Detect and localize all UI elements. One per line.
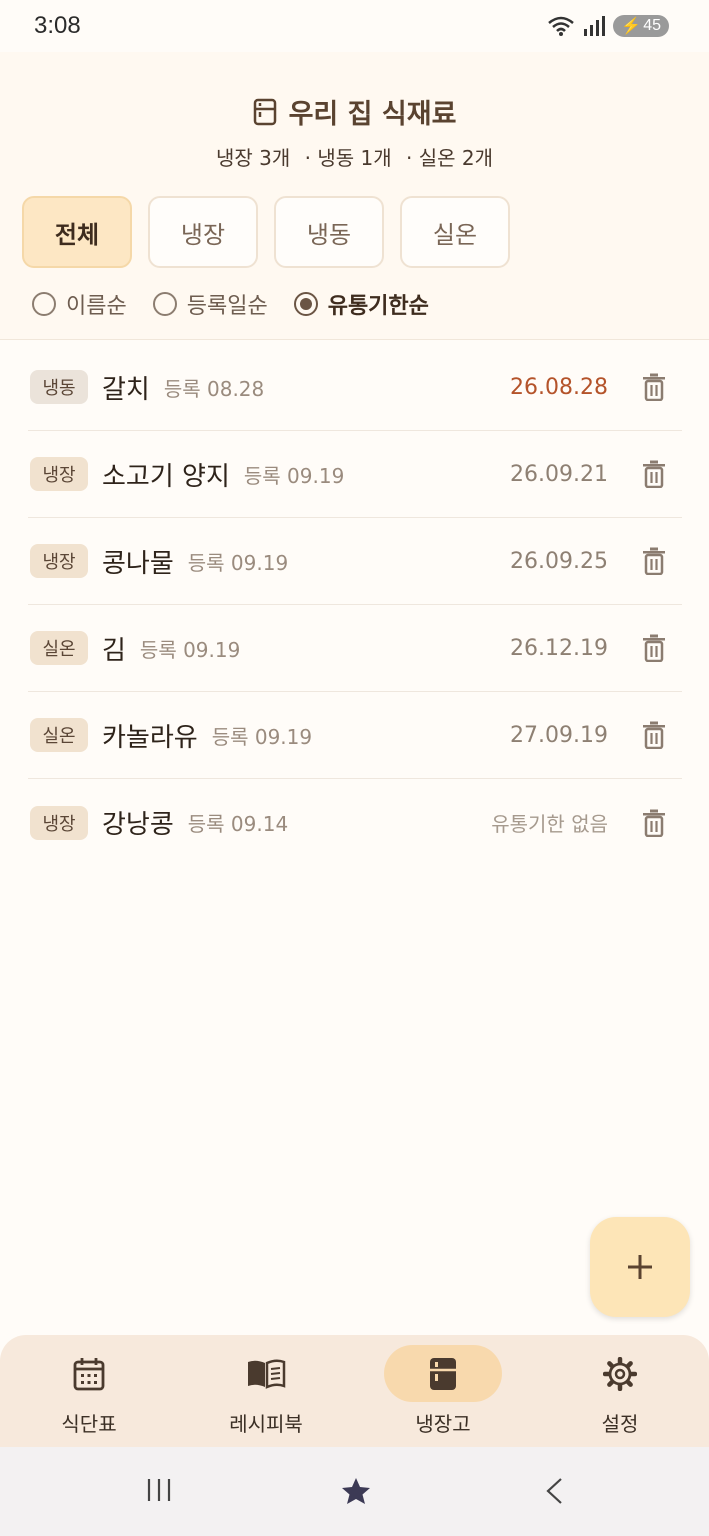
item-expiry: 26.08.28 xyxy=(510,374,608,400)
sort-label: 이름순 xyxy=(66,294,127,319)
sort-by-expiry[interactable]: 유통기한순 xyxy=(293,288,429,320)
sort-by-registered[interactable]: 등록일순 xyxy=(152,288,268,320)
trash-icon[interactable] xyxy=(642,721,666,749)
sort-label: 등록일순 xyxy=(186,294,268,319)
storage-counts: 냉장 3개 · 냉동 1개 · 실온 2개 xyxy=(0,142,709,171)
nav-label: 냉장고 xyxy=(415,1412,471,1436)
fridge-icon xyxy=(253,98,276,125)
item-expiry: 26.12.19 xyxy=(510,635,608,661)
battery-indicator: ⚡ 45 xyxy=(613,15,669,37)
title-row: 우리 집 식재료 xyxy=(0,92,709,131)
trash-icon[interactable] xyxy=(642,373,666,401)
radio-button-checked[interactable] xyxy=(293,292,318,316)
radio-button[interactable] xyxy=(152,292,177,316)
nav-item-fridge[interactable]: 냉장고 xyxy=(383,1345,503,1437)
storage-badge: 냉장 xyxy=(30,805,88,840)
storage-badge: 실온 xyxy=(30,631,88,665)
back-icon[interactable] xyxy=(544,1477,564,1505)
status-icons: ⚡ 45 xyxy=(547,15,669,37)
item-expiry: 유통기한 없음 xyxy=(491,812,608,836)
item-name: 소고기 양지 xyxy=(102,461,230,492)
gear-icon xyxy=(603,1356,637,1391)
fridge-icon xyxy=(430,1357,456,1390)
item-expiry: 26.09.25 xyxy=(510,548,608,574)
nav-item-meal-plan[interactable]: 식단표 xyxy=(29,1345,149,1437)
filter-tab-room[interactable]: 실온 xyxy=(400,196,510,268)
sort-label: 유통기한순 xyxy=(327,294,429,319)
charging-icon: ⚡ xyxy=(621,18,642,35)
list-item[interactable]: 냉장 소고기 양지 등록 09.19 26.09.21 xyxy=(28,431,682,518)
ingredient-list: 냉동 갈치 등록 08.28 26.08.28 냉장 소고기 양지 등록 09.… xyxy=(28,344,682,866)
item-registered: 등록 09.19 xyxy=(211,724,313,749)
filter-tab-fridge[interactable]: 냉장 xyxy=(148,196,258,268)
item-name: 김 xyxy=(102,635,126,666)
storage-badge: 냉장 xyxy=(30,544,88,578)
nav-label: 레시피북 xyxy=(229,1412,303,1436)
add-ingredient-button[interactable] xyxy=(590,1217,690,1317)
status-time: 3:08 xyxy=(34,12,81,39)
trash-icon[interactable] xyxy=(642,809,666,837)
plus-icon xyxy=(628,1255,652,1279)
nav-item-settings[interactable]: 설정 xyxy=(560,1345,680,1437)
item-registered: 등록 09.19 xyxy=(243,463,345,488)
item-name: 갈치 xyxy=(102,374,150,405)
nav-label: 설정 xyxy=(601,1412,639,1436)
trash-icon[interactable] xyxy=(642,634,666,662)
storage-badge: 냉장 xyxy=(30,457,88,491)
filter-tabs: 전체 냉장 냉동 실온 xyxy=(22,196,510,268)
bottom-nav: 식단표 레시피북 냉장고 설정 xyxy=(0,1335,709,1447)
item-expiry: 26.09.21 xyxy=(510,461,608,487)
wifi-icon xyxy=(548,16,575,36)
sort-options: 이름순 등록일순 유통기한순 xyxy=(32,288,429,320)
list-item[interactable]: 실온 카놀라유 등록 09.19 27.09.19 xyxy=(28,692,682,779)
list-item[interactable]: 냉장 콩나물 등록 09.19 26.09.25 xyxy=(28,518,682,605)
list-item[interactable]: 냉동 갈치 등록 08.28 26.08.28 xyxy=(28,344,682,431)
item-name: 카놀라유 xyxy=(102,722,198,753)
item-name: 강낭콩 xyxy=(102,810,174,840)
trash-icon[interactable] xyxy=(642,460,666,488)
nav-label: 식단표 xyxy=(61,1412,117,1436)
item-registered: 등록 09.14 xyxy=(187,812,289,836)
home-star-icon[interactable] xyxy=(341,1477,371,1505)
list-item[interactable]: 실온 김 등록 09.19 26.12.19 xyxy=(28,605,682,692)
book-icon xyxy=(248,1358,286,1389)
count-fridge: 냉장 3개 xyxy=(215,146,291,170)
system-nav-bar xyxy=(0,1447,709,1536)
trash-icon[interactable] xyxy=(642,547,666,575)
recent-apps-icon[interactable] xyxy=(146,1477,172,1503)
calendar-icon xyxy=(73,1357,105,1390)
item-name: 콩나물 xyxy=(102,548,174,579)
page-title: 우리 집 식재료 xyxy=(288,99,457,130)
count-room: · 실온 2개 xyxy=(406,146,493,170)
filter-tab-freezer[interactable]: 냉동 xyxy=(274,196,384,268)
sort-by-name[interactable]: 이름순 xyxy=(32,288,127,320)
count-freezer: · 냉동 1개 xyxy=(304,146,392,170)
storage-badge: 냉동 xyxy=(30,370,88,404)
radio-button[interactable] xyxy=(32,292,56,316)
storage-badge: 실온 xyxy=(30,718,88,752)
item-registered: 등록 09.19 xyxy=(139,637,241,662)
item-registered: 등록 09.19 xyxy=(187,550,289,575)
status-bar: 3:08 ⚡ 45 xyxy=(0,0,709,52)
nav-item-recipe-book[interactable]: 레시피북 xyxy=(206,1345,326,1437)
item-expiry: 27.09.19 xyxy=(510,722,608,748)
battery-level: 45 xyxy=(643,17,661,34)
list-item[interactable]: 냉장 강낭콩 등록 09.14 유통기한 없음 xyxy=(28,779,682,866)
filter-tab-all[interactable]: 전체 xyxy=(22,196,132,268)
header: 우리 집 식재료 냉장 3개 · 냉동 1개 · 실온 2개 전체 냉장 냉동 … xyxy=(0,52,709,340)
signal-icon xyxy=(584,16,606,36)
item-registered: 등록 08.28 xyxy=(163,376,265,401)
